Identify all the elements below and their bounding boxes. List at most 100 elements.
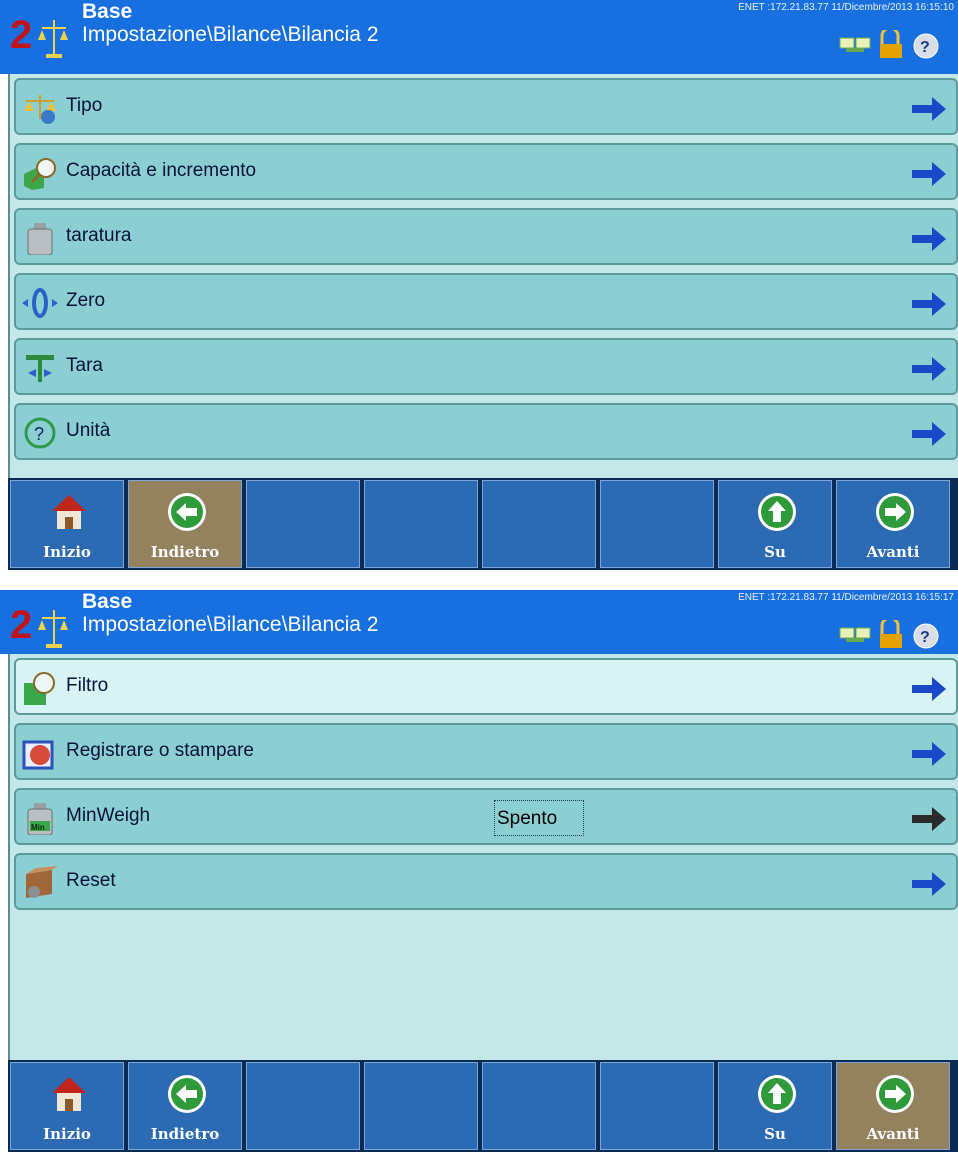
menu-list: Tipo Capacità e incremento taratura Zero… <box>8 74 958 478</box>
forward-icon <box>876 1075 914 1113</box>
filter-icon <box>24 672 55 705</box>
weight-icon <box>27 223 53 255</box>
softkey-bar: Inizio Indietro Su Avanti <box>8 1060 958 1152</box>
menu-list: Filtro Registrare o stampare Min MinWeig… <box>8 654 958 1064</box>
softkey-label: Indietro <box>150 1125 220 1143</box>
scale-2-logo-icon: 2 <box>10 603 68 648</box>
print-icon <box>22 740 54 770</box>
menu-item-tara[interactable]: Tara <box>14 338 958 395</box>
lock-icon <box>880 620 902 648</box>
softkey-inizio[interactable]: Inizio <box>10 480 124 568</box>
breadcrumb: Impostazione\Bilance\Bilancia 2 <box>82 613 379 636</box>
screen-scale-settings-page-2: 2 Base Impostazione\Bilance\Bilancia 2 E… <box>0 590 958 1152</box>
softkey-avanti[interactable]: Avanti <box>836 1062 950 1150</box>
status-icons: ? <box>839 30 939 59</box>
header-bar: 2 Base Impostazione\Bilance\Bilancia 2 E… <box>0 590 958 654</box>
forward-icon <box>876 493 914 531</box>
arrow-right-icon <box>912 292 946 316</box>
svg-text:2: 2 <box>10 603 32 647</box>
page-title: Base <box>82 0 133 23</box>
lock-icon <box>880 30 902 58</box>
softkey-label: Inizio <box>43 1125 91 1143</box>
menu-item-filtro[interactable]: Filtro <box>14 658 958 715</box>
menu-item-capacita[interactable]: Capacità e incremento <box>14 143 958 200</box>
softkey-empty-4[interactable] <box>364 1062 478 1150</box>
menu-item-reset[interactable]: Reset <box>14 853 958 910</box>
svg-text:?: ? <box>920 39 930 56</box>
softkey-avanti[interactable]: Avanti <box>836 480 950 568</box>
arrow-right-icon <box>912 872 946 896</box>
softkey-label: Su <box>764 543 786 561</box>
arrow-right-icon <box>912 227 946 251</box>
help-icon[interactable]: ? <box>913 33 939 59</box>
menu-item-label: Capacità e incremento <box>66 160 257 181</box>
zero-icon <box>22 288 58 318</box>
network-icon <box>839 37 871 52</box>
softkey-empty-4[interactable] <box>364 480 478 568</box>
softkey-inizio[interactable]: Inizio <box>10 1062 124 1150</box>
up-icon <box>758 493 796 531</box>
menu-item-label: Reset <box>66 870 116 891</box>
softkey-empty-6[interactable] <box>600 1062 714 1150</box>
menu-item-label: Filtro <box>66 675 109 696</box>
softkey-empty-5[interactable] <box>482 480 596 568</box>
menu-item-unita[interactable]: ? Unità <box>14 403 958 460</box>
back-icon <box>168 1075 206 1113</box>
svg-text:?: ? <box>920 629 930 646</box>
arrow-right-icon <box>912 422 946 446</box>
menu-item-taratura[interactable]: taratura <box>14 208 958 265</box>
menu-item-zero[interactable]: Zero <box>14 273 958 330</box>
breadcrumb: Impostazione\Bilance\Bilancia 2 <box>82 23 379 46</box>
arrow-right-icon <box>912 742 946 766</box>
menu-item-registrare[interactable]: Registrare o stampare <box>14 723 958 780</box>
scale-icon <box>24 95 56 124</box>
help-icon[interactable]: ? <box>913 623 939 649</box>
softkey-label: Su <box>764 1125 786 1143</box>
minweigh-icon: Min <box>27 803 53 835</box>
menu-item-label: taratura <box>66 225 132 246</box>
reset-icon <box>26 866 58 898</box>
softkey-label: Avanti <box>866 543 920 561</box>
status-icons: ? <box>839 620 939 649</box>
menu-item-label: Tara <box>66 355 103 376</box>
menu-item-tipo[interactable]: Tipo <box>14 78 958 135</box>
svg-text:2: 2 <box>10 13 32 57</box>
svg-text:Min: Min <box>31 823 45 832</box>
softkey-indietro[interactable]: Indietro <box>128 480 242 568</box>
up-icon <box>758 1075 796 1113</box>
softkey-label: Indietro <box>150 543 220 561</box>
arrow-right-icon <box>912 162 946 186</box>
softkey-empty-6[interactable] <box>600 480 714 568</box>
page-title: Base <box>82 590 133 613</box>
menu-item-label: Unità <box>66 420 111 441</box>
network-datetime-status: ENET :172.21.83.77 11/Dicembre/2013 16:1… <box>738 2 954 13</box>
softkey-empty-3[interactable] <box>246 1062 360 1150</box>
arrow-right-icon <box>912 97 946 121</box>
unit-icon: ? <box>24 417 56 449</box>
arrow-right-icon <box>912 357 946 381</box>
menu-item-minweigh[interactable]: Min MinWeigh Spento <box>14 788 958 845</box>
minweigh-value-field[interactable]: Spento <box>494 800 584 836</box>
tare-icon <box>26 355 54 382</box>
menu-item-label: Registrare o stampare <box>66 740 254 761</box>
screen-scale-settings-page-1: 2 Base Impostazione\Bilance\Bilancia 2 E… <box>0 0 958 570</box>
network-icon <box>839 627 871 642</box>
softkey-su[interactable]: Su <box>718 1062 832 1150</box>
softkey-indietro[interactable]: Indietro <box>128 1062 242 1150</box>
softkey-su[interactable]: Su <box>718 480 832 568</box>
softkey-label: Avanti <box>866 1125 920 1143</box>
scale-2-logo-icon: 2 <box>10 13 68 58</box>
menu-item-label: MinWeigh <box>66 805 151 826</box>
softkey-label: Inizio <box>43 543 91 561</box>
menu-item-label: Tipo <box>66 95 103 116</box>
network-datetime-status: ENET :172.21.83.77 11/Dicembre/2013 16:1… <box>738 592 954 603</box>
menu-item-label: Zero <box>66 290 106 311</box>
arrow-right-icon <box>912 807 946 831</box>
softkey-empty-5[interactable] <box>482 1062 596 1150</box>
softkey-empty-3[interactable] <box>246 480 360 568</box>
home-icon <box>52 495 86 529</box>
arrow-right-icon <box>912 677 946 701</box>
home-icon <box>52 1077 86 1111</box>
back-icon <box>168 493 206 531</box>
capacity-icon <box>24 158 56 190</box>
